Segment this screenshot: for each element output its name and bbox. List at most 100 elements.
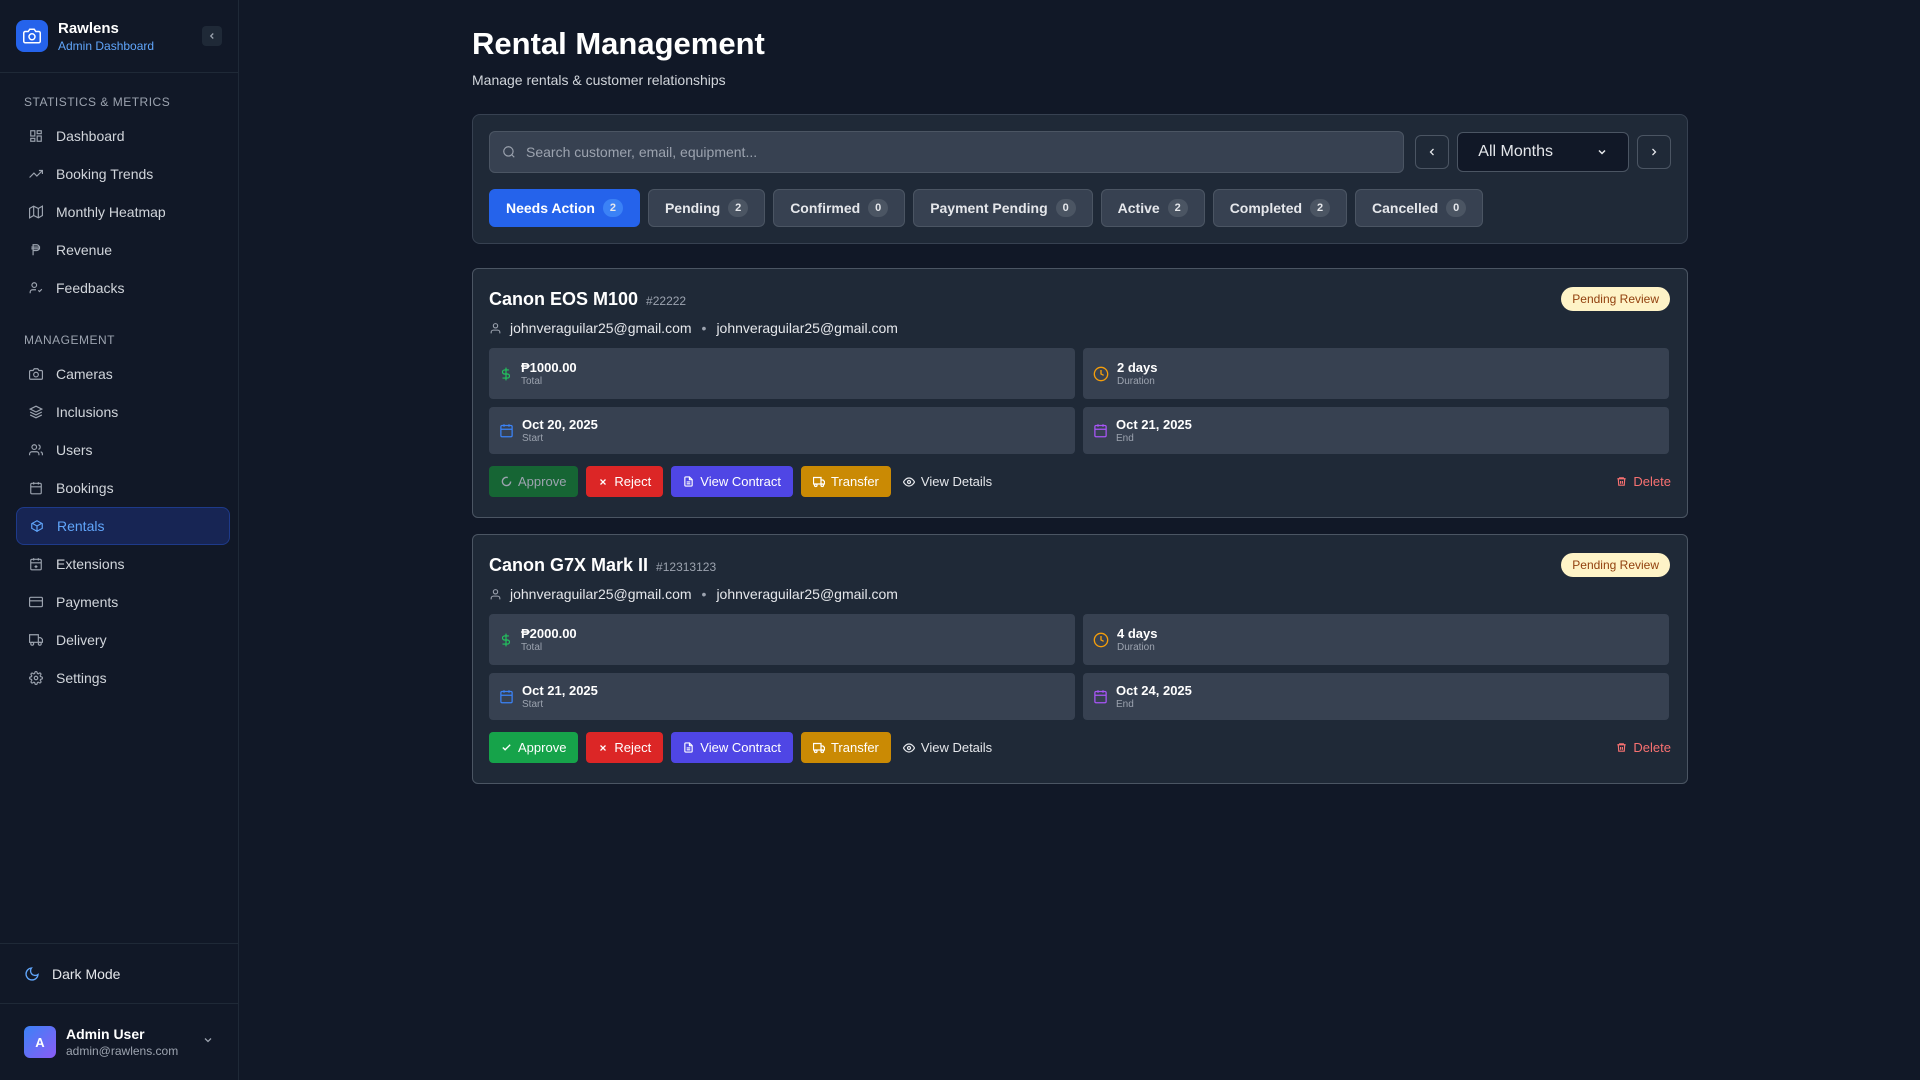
search-input[interactable] bbox=[526, 144, 1376, 160]
separator-dot: • bbox=[701, 320, 707, 336]
section-label-management: MANAGEMENT bbox=[24, 333, 116, 347]
brand-subtitle: Admin Dashboard bbox=[58, 38, 155, 53]
sidebar-item-booking-trends[interactable]: Booking Trends bbox=[16, 155, 230, 193]
tab-count-badge: 0 bbox=[1446, 199, 1467, 217]
sidebar-item-inclusions[interactable]: Inclusions bbox=[16, 393, 230, 431]
truck-icon bbox=[812, 742, 825, 754]
credit-card-icon bbox=[28, 594, 44, 610]
customer-email: johnveraguilar25@gmail.com bbox=[716, 586, 898, 602]
tab-completed[interactable]: Completed 2 bbox=[1212, 189, 1348, 227]
sidebar-item-label: Cameras bbox=[56, 366, 113, 382]
tab-needs-action[interactable]: Needs Action 2 bbox=[489, 189, 640, 227]
rental-id: #22222 bbox=[646, 294, 687, 308]
end-date-label: End bbox=[1116, 432, 1134, 444]
view-contract-button[interactable]: View Contract bbox=[671, 732, 793, 763]
tab-label: Needs Action bbox=[506, 200, 595, 216]
chevron-down-icon bbox=[202, 1034, 214, 1046]
view-details-label: View Details bbox=[920, 474, 993, 489]
total-cell: ₱2000.00 Total bbox=[489, 614, 1075, 665]
view-contract-button[interactable]: View Contract bbox=[671, 466, 793, 497]
dark-mode-toggle[interactable]: Dark Mode bbox=[0, 943, 238, 1003]
check-icon bbox=[501, 742, 512, 753]
sidebar-item-revenue[interactable]: Revenue bbox=[16, 231, 230, 269]
duration-label: Duration bbox=[1117, 641, 1155, 653]
previous-month-button[interactable] bbox=[1415, 135, 1450, 169]
sidebar-item-feedbacks[interactable]: Feedbacks bbox=[16, 269, 230, 307]
sidebar-item-label: Users bbox=[56, 442, 93, 458]
sidebar-item-extensions[interactable]: Extensions bbox=[16, 545, 230, 583]
duration-label: Duration bbox=[1117, 375, 1155, 387]
camera-logo-icon bbox=[16, 20, 48, 52]
sidebar-item-dashboard[interactable]: Dashboard bbox=[16, 117, 230, 155]
next-month-button[interactable] bbox=[1637, 135, 1671, 169]
tab-active[interactable]: Active 2 bbox=[1100, 189, 1205, 227]
customer-name: johnveraguilar25@gmail.com bbox=[510, 586, 692, 602]
duration-value: 2 days bbox=[1117, 359, 1158, 375]
sidebar-item-label: Revenue bbox=[56, 242, 113, 258]
month-select[interactable]: All Months bbox=[1457, 132, 1630, 172]
rental-card: Canon EOS M100 #22222 Pending Review joh… bbox=[472, 268, 1688, 518]
tab-label: Completed bbox=[1229, 200, 1303, 216]
tab-label: Cancelled bbox=[1372, 200, 1439, 216]
truck-icon bbox=[812, 476, 825, 488]
end-date-value: Oct 21, 2025 bbox=[1116, 416, 1192, 432]
reject-button[interactable]: Reject bbox=[586, 732, 664, 763]
calendar-icon bbox=[1093, 423, 1108, 438]
total-value: ₱2000.00 bbox=[521, 625, 577, 641]
eye-icon bbox=[902, 476, 915, 488]
user-menu[interactable]: A Admin User admin@rawlens.com bbox=[0, 1003, 238, 1080]
tab-pending[interactable]: Pending 2 bbox=[647, 189, 766, 227]
end-date-label: End bbox=[1116, 698, 1134, 710]
end-date-cell: Oct 24, 2025 End bbox=[1083, 673, 1669, 720]
brand-title: Rawlens bbox=[58, 19, 119, 37]
approve-button[interactable]: Approve bbox=[489, 466, 579, 497]
tab-count-badge: 0 bbox=[1055, 199, 1076, 217]
sidebar-item-bookings[interactable]: Bookings bbox=[16, 469, 230, 507]
sidebar-item-users[interactable]: Users bbox=[16, 431, 230, 469]
customer-name: johnveraguilar25@gmail.com bbox=[510, 320, 692, 336]
approve-button[interactable]: Approve bbox=[489, 732, 579, 763]
dashboard-icon bbox=[28, 128, 44, 144]
reject-label: Reject bbox=[614, 474, 652, 489]
map-icon bbox=[28, 204, 44, 220]
tab-payment-pending[interactable]: Payment Pending 0 bbox=[913, 189, 1093, 227]
page-title: Rental Management bbox=[472, 26, 765, 61]
reject-button[interactable]: Reject bbox=[586, 466, 664, 497]
month-select-value: All Months bbox=[1478, 143, 1553, 160]
duration-cell: 4 days Duration bbox=[1083, 614, 1669, 665]
sidebar-item-payments[interactable]: Payments bbox=[16, 583, 230, 621]
tab-cancelled[interactable]: Cancelled 0 bbox=[1355, 189, 1484, 227]
start-date-value: Oct 21, 2025 bbox=[522, 682, 598, 698]
reject-label: Reject bbox=[614, 740, 652, 755]
tab-confirmed[interactable]: Confirmed 0 bbox=[773, 189, 906, 227]
delete-button[interactable]: Delete bbox=[1616, 466, 1671, 497]
main-content: Rental Management Manage rentals & custo… bbox=[472, 0, 1688, 784]
start-date-label: Start bbox=[522, 698, 544, 710]
duration-cell: 2 days Duration bbox=[1083, 348, 1669, 399]
sidebar-item-monthly-heatmap[interactable]: Monthly Heatmap bbox=[16, 193, 230, 231]
filter-panel: All Months Needs Action 2 Pending 2 Confir… bbox=[472, 114, 1688, 244]
customer-email: johnveraguilar25@gmail.com bbox=[716, 320, 898, 336]
user-icon bbox=[489, 322, 502, 335]
document-icon bbox=[683, 742, 694, 753]
sidebar-item-cameras[interactable]: Cameras bbox=[16, 355, 230, 393]
transfer-button[interactable]: Transfer bbox=[800, 732, 891, 763]
approve-label: Approve bbox=[518, 740, 567, 755]
delete-button[interactable]: Delete bbox=[1616, 732, 1671, 763]
sidebar-item-rentals[interactable]: Rentals bbox=[16, 507, 230, 545]
clock-icon bbox=[1093, 366, 1109, 382]
collapse-sidebar-button[interactable] bbox=[202, 26, 222, 46]
tab-label: Confirmed bbox=[790, 200, 861, 216]
total-label: Total bbox=[521, 641, 543, 653]
sidebar-item-settings[interactable]: Settings bbox=[16, 659, 230, 697]
view-details-button[interactable]: View Details bbox=[899, 466, 996, 497]
gear-icon bbox=[28, 670, 44, 686]
sidebar-item-delivery[interactable]: Delivery bbox=[16, 621, 230, 659]
search-field[interactable] bbox=[489, 131, 1405, 173]
x-icon bbox=[598, 743, 608, 753]
view-details-button[interactable]: View Details bbox=[899, 732, 996, 763]
moon-icon bbox=[24, 966, 40, 982]
sidebar-item-label: Inclusions bbox=[56, 404, 119, 420]
transfer-button[interactable]: Transfer bbox=[800, 466, 891, 497]
trash-icon bbox=[1616, 742, 1627, 753]
